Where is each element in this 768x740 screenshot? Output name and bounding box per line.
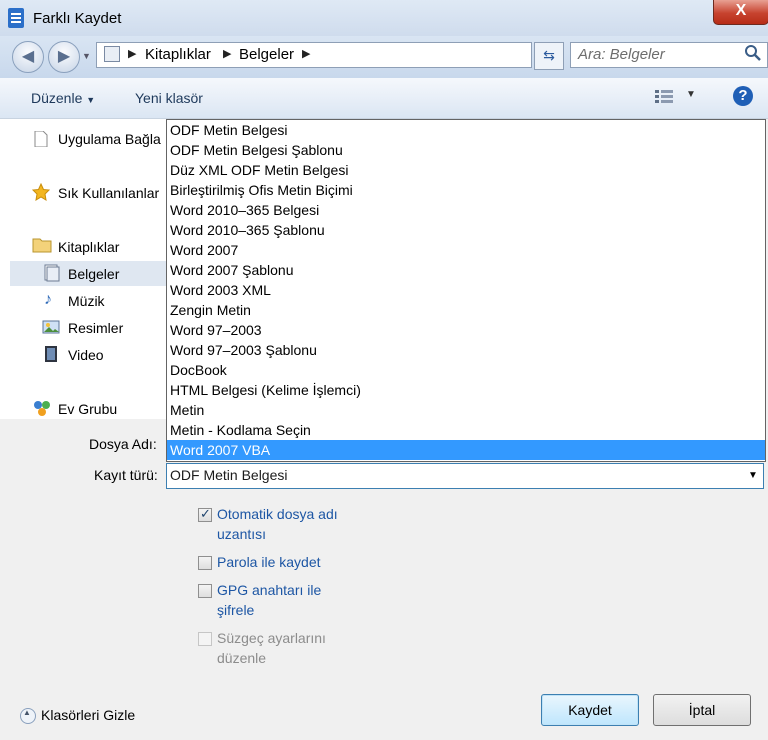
new-folder-button[interactable]: Yeni klasör: [135, 90, 203, 106]
search-placeholder: Ara: Belgeler: [578, 46, 665, 63]
file-type-option[interactable]: DocBook: [167, 360, 765, 380]
file-type-option[interactable]: Word 2007: [167, 240, 765, 260]
file-type-label: Kayıt türü:: [94, 467, 158, 483]
breadcrumb-arrow-icon[interactable]: ▶: [223, 47, 231, 60]
edit-filter-settings-label-line1: Süzgeç ayarlarını: [217, 630, 326, 646]
file-type-option[interactable]: Word 97–2003 Şablonu: [167, 340, 765, 360]
chevron-down-icon[interactable]: ▼: [748, 470, 758, 481]
organize-button[interactable]: Düzenle ▼: [31, 90, 95, 106]
hide-folders-button[interactable]: Klasörleri Gizle: [41, 707, 135, 723]
breadcrumb-arrow-icon[interactable]: ▶: [128, 47, 136, 60]
search-icon[interactable]: [744, 44, 762, 62]
auto-extension-label-line2[interactable]: uzantısı: [217, 524, 266, 544]
file-type-option[interactable]: Word 2010–365 Şablonu: [167, 220, 765, 240]
music-note-icon: ♪: [44, 291, 52, 308]
gpg-encrypt-label-line1[interactable]: GPG anahtarı ile: [217, 580, 321, 600]
help-icon[interactable]: ?: [733, 86, 753, 106]
file-type-value: ODF Metin Belgesi: [170, 467, 288, 483]
auto-extension-checkbox[interactable]: [198, 506, 212, 522]
writer-document-icon: [8, 8, 24, 28]
forward-arrow-icon: ▶: [57, 48, 71, 65]
pictures-icon: [42, 320, 60, 334]
nav-item-libraries[interactable]: Kitaplıklar: [58, 239, 119, 255]
file-type-dropdown-list: ODF Metin Belgesi ODF Metin Belgesi Şabl…: [166, 119, 766, 462]
auto-extension-label-line1[interactable]: Otomatik dosya adı: [217, 504, 338, 524]
file-type-option[interactable]: Word 97–2003: [167, 320, 765, 340]
recent-locations-dropdown[interactable]: ▼: [82, 51, 91, 61]
video-icon: [45, 346, 57, 362]
command-bar: [0, 78, 768, 119]
nav-item-homegroup[interactable]: Ev Grubu: [58, 401, 117, 417]
file-type-option[interactable]: Word 2010–365 Belgesi: [167, 200, 765, 220]
file-type-option[interactable]: Word 2007 Şablonu: [167, 260, 765, 280]
file-type-option[interactable]: Word 2003 XML: [167, 280, 765, 300]
breadcrumb-arrow-icon[interactable]: ▶: [302, 47, 310, 60]
document-icon: [34, 131, 48, 147]
star-icon: [32, 183, 50, 201]
libraries-folder-icon: [32, 238, 52, 253]
gpg-encrypt-label-line2[interactable]: şifrele: [217, 600, 254, 620]
file-type-option-highlighted[interactable]: Word 2007 VBA: [167, 440, 765, 460]
file-type-option[interactable]: ODF Metin Belgesi Şablonu: [167, 140, 765, 160]
password-checkbox[interactable]: [198, 556, 212, 570]
file-type-option[interactable]: Metin: [167, 400, 765, 420]
gpg-encrypt-checkbox[interactable]: [198, 584, 212, 598]
collapse-icon[interactable]: [20, 708, 36, 724]
view-dropdown-icon[interactable]: ▼: [686, 89, 696, 100]
file-type-option[interactable]: Metin - Kodlama Seçin: [167, 420, 765, 440]
nav-item-favorites[interactable]: Sık Kullanılanlar: [58, 185, 159, 201]
edit-filter-settings-label-line2: düzenle: [217, 650, 267, 666]
file-type-option[interactable]: ODF Metin Belgesi: [167, 120, 765, 140]
forward-button[interactable]: ▶: [48, 41, 80, 73]
close-button[interactable]: X: [713, 0, 768, 25]
file-type-option[interactable]: Zengin Metin: [167, 300, 765, 320]
file-type-option[interactable]: HTML Belgesi (Kelime İşlemci): [167, 380, 765, 400]
cancel-button[interactable]: İptal: [653, 694, 751, 726]
save-button[interactable]: Kaydet: [541, 694, 639, 726]
edit-filter-settings-checkbox: [198, 632, 212, 646]
homegroup-icon: [34, 401, 50, 416]
file-type-option[interactable]: Birleştirilmiş Ofis Metin Biçimi: [167, 180, 765, 200]
nav-item-app-connect[interactable]: Uygulama Bağla: [58, 131, 161, 147]
organize-label: Düzenle: [31, 90, 83, 106]
chevron-down-icon: ▼: [86, 95, 96, 105]
nav-item-videos[interactable]: Video: [68, 347, 104, 363]
documents-library-icon: [44, 264, 60, 282]
file-type-option[interactable]: Düz XML ODF Metin Belgesi: [167, 160, 765, 180]
filename-label: Dosya Adı:: [89, 436, 157, 452]
refresh-icon: ⇆: [543, 47, 555, 63]
nav-item-pictures[interactable]: Resimler: [68, 320, 123, 336]
nav-item-music[interactable]: Müzik: [68, 293, 105, 309]
breadcrumb-documents[interactable]: Belgeler: [239, 46, 294, 63]
view-options-icon[interactable]: [655, 90, 673, 104]
back-arrow-icon: ◀: [21, 48, 35, 65]
password-label[interactable]: Parola ile kaydet: [217, 552, 321, 572]
refresh-button[interactable]: ⇆: [534, 42, 564, 70]
library-icon: [104, 46, 120, 62]
breadcrumb-libraries[interactable]: Kitaplıklar: [145, 46, 211, 63]
nav-item-documents[interactable]: Belgeler: [68, 266, 119, 282]
back-button[interactable]: ◀: [12, 41, 44, 73]
window-title: Farklı Kaydet: [33, 10, 122, 27]
